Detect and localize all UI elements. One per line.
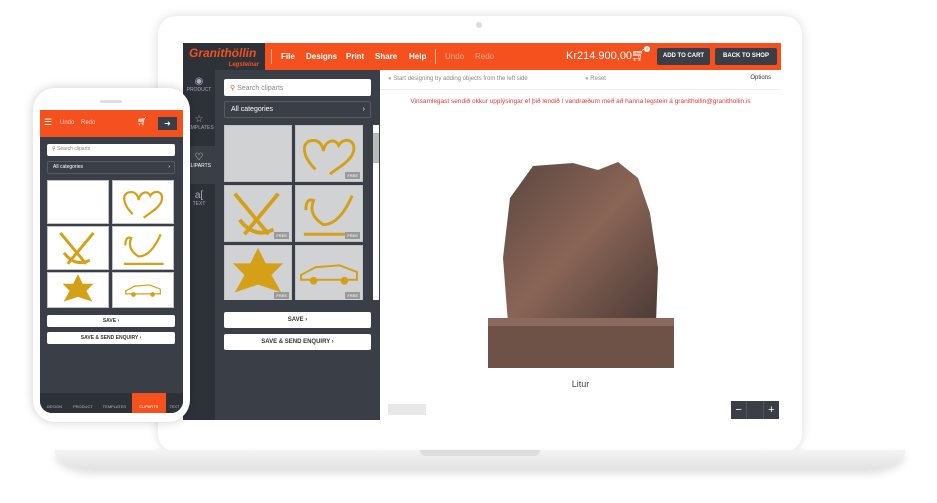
save-send-enquiry-button[interactable]: SAVE & SEND ENQUIRY ›: [224, 334, 371, 350]
free-badge: FREE: [274, 232, 289, 239]
scrollbar[interactable]: [373, 125, 379, 300]
color-label: Litur: [571, 379, 590, 389]
menu-help[interactable]: Help: [409, 52, 426, 61]
clipart-hearts[interactable]: [112, 180, 174, 224]
undo-button[interactable]: Undo: [445, 52, 464, 61]
back-to-shop-button[interactable]: BACK TO SHOP: [715, 48, 777, 65]
mobile-bottom-nav: DESIGN PRODUCT TEMPLATES CLIPARTS TEXT: [40, 393, 183, 413]
mobile-save-send-button[interactable]: SAVE & SEND ENQUIRY ›: [47, 332, 175, 344]
clipart-anchor[interactable]: [47, 226, 109, 270]
cart-badge: 0: [644, 46, 650, 52]
search-input[interactable]: ⚲ Search cliparts: [224, 79, 371, 96]
product-icon: ◉: [194, 76, 204, 87]
mobile-search-input[interactable]: ⚲ Search cliparts: [47, 144, 175, 156]
nav-cliparts[interactable]: CLIPARTS: [131, 393, 166, 413]
search-placeholder: Search cliparts: [57, 146, 91, 152]
design-canvas: ● Start designing by adding objects from…: [380, 70, 781, 420]
mobile-app: ☰ Undo Redo 🛒︎ ➜ ⚲ Search cliparts All c…: [40, 110, 183, 413]
desktop-app: Granithöllin Legsteinar File Designs Prin…: [183, 43, 781, 420]
clipart-hearts[interactable]: FREE: [295, 125, 363, 182]
menu-designs[interactable]: Designs: [306, 52, 337, 61]
price: Kr214.900,00: [566, 50, 633, 62]
clipart-swan[interactable]: [112, 226, 174, 270]
nav-templates[interactable]: TEMPLATES: [97, 393, 131, 413]
save-button[interactable]: SAVE ›: [224, 312, 371, 328]
divider: [271, 49, 272, 64]
zoom-in-button[interactable]: +: [764, 401, 779, 419]
cart-icon[interactable]: 🛒︎: [137, 117, 147, 126]
progress-placeholder: [388, 404, 426, 415]
mobile-redo[interactable]: Redo: [81, 120, 95, 126]
clipart-star[interactable]: [47, 272, 109, 308]
notice: Vinsamlegast sendið okkur upplýsingar ef…: [410, 98, 751, 105]
chevron-right-icon: ›: [362, 106, 365, 113]
gravestone[interactable]: [488, 158, 674, 368]
divider: [435, 49, 436, 64]
zoom-out-button[interactable]: −: [731, 401, 746, 419]
clipart-blank[interactable]: [47, 180, 109, 224]
clipart-car[interactable]: FREE: [295, 245, 363, 300]
nav-text[interactable]: TEXT: [166, 393, 183, 413]
clipart-swan[interactable]: FREE: [295, 185, 363, 242]
camera: [476, 22, 482, 28]
nav-product[interactable]: PRODUCT: [69, 393, 98, 413]
reset-button[interactable]: ● Reset: [585, 76, 606, 82]
category-value: All categories: [231, 106, 274, 113]
rail-label: PRODUCT: [186, 87, 212, 93]
add-to-cart-button[interactable]: ADD TO CART: [657, 48, 710, 65]
search-icon: ⚲: [230, 85, 236, 92]
clipart-car[interactable]: [112, 272, 174, 308]
divider: [380, 89, 781, 90]
mobile-undo[interactable]: Undo: [60, 120, 74, 126]
rail-label: CLIPARTS: [187, 163, 211, 169]
menu-icon[interactable]: ☰: [44, 117, 52, 128]
nav-design[interactable]: DESIGN: [40, 393, 69, 413]
top-bar: Granithöllin Legsteinar File Designs Prin…: [183, 43, 781, 70]
search-icon: ⚲: [52, 146, 56, 152]
clipart-grid: FREE FREE FREE FREE FREE: [224, 125, 364, 300]
free-badge: FREE: [274, 292, 289, 299]
clipart-anchor[interactable]: FREE: [224, 185, 292, 242]
menu-share[interactable]: Share: [375, 52, 397, 61]
clipart-blank[interactable]: [224, 125, 292, 182]
logo-text: Granithöllin: [189, 46, 257, 60]
mobile-clipart-grid: [47, 180, 175, 308]
menu-print[interactable]: Print: [346, 52, 364, 61]
phone-speaker: [100, 100, 122, 103]
laptop-notch: [420, 450, 540, 456]
redo-button[interactable]: Redo: [475, 52, 494, 61]
free-badge: FREE: [345, 292, 360, 299]
category-value: All categories: [53, 164, 84, 170]
category-select[interactable]: All categories ›: [224, 101, 371, 118]
reset-icon: ●: [585, 76, 589, 82]
scrollbar-thumb[interactable]: [373, 133, 379, 163]
hint-text: Start designing by adding objects from t…: [393, 76, 528, 82]
reset-label: Reset: [590, 76, 606, 82]
clipart-star[interactable]: FREE: [224, 245, 292, 300]
free-badge: FREE: [345, 232, 360, 239]
arrow-right-icon[interactable]: ➜: [158, 117, 177, 130]
mobile-save-button[interactable]: SAVE ›: [47, 315, 175, 327]
menu-file[interactable]: File: [281, 52, 295, 61]
hint: ● Start designing by adding objects from…: [388, 76, 528, 82]
zoom-level: [746, 401, 764, 419]
zoom-controls: − +: [731, 401, 779, 419]
mobile-top-bar: ☰ Undo Redo 🛒︎ ➜: [40, 110, 183, 137]
search-placeholder: Search cliparts: [237, 85, 284, 92]
options-button[interactable]: Options: [750, 75, 771, 81]
chevron-right-icon: ›: [168, 164, 170, 170]
logo[interactable]: Granithöllin Legsteinar: [183, 43, 265, 70]
cliparts-panel: ⚲ Search cliparts All categories › FREE F…: [215, 70, 380, 420]
free-badge: FREE: [345, 172, 360, 179]
mobile-category-select[interactable]: All categories ›: [47, 161, 175, 174]
info-icon: ●: [388, 76, 392, 82]
rail-label: TEXT: [192, 201, 206, 207]
